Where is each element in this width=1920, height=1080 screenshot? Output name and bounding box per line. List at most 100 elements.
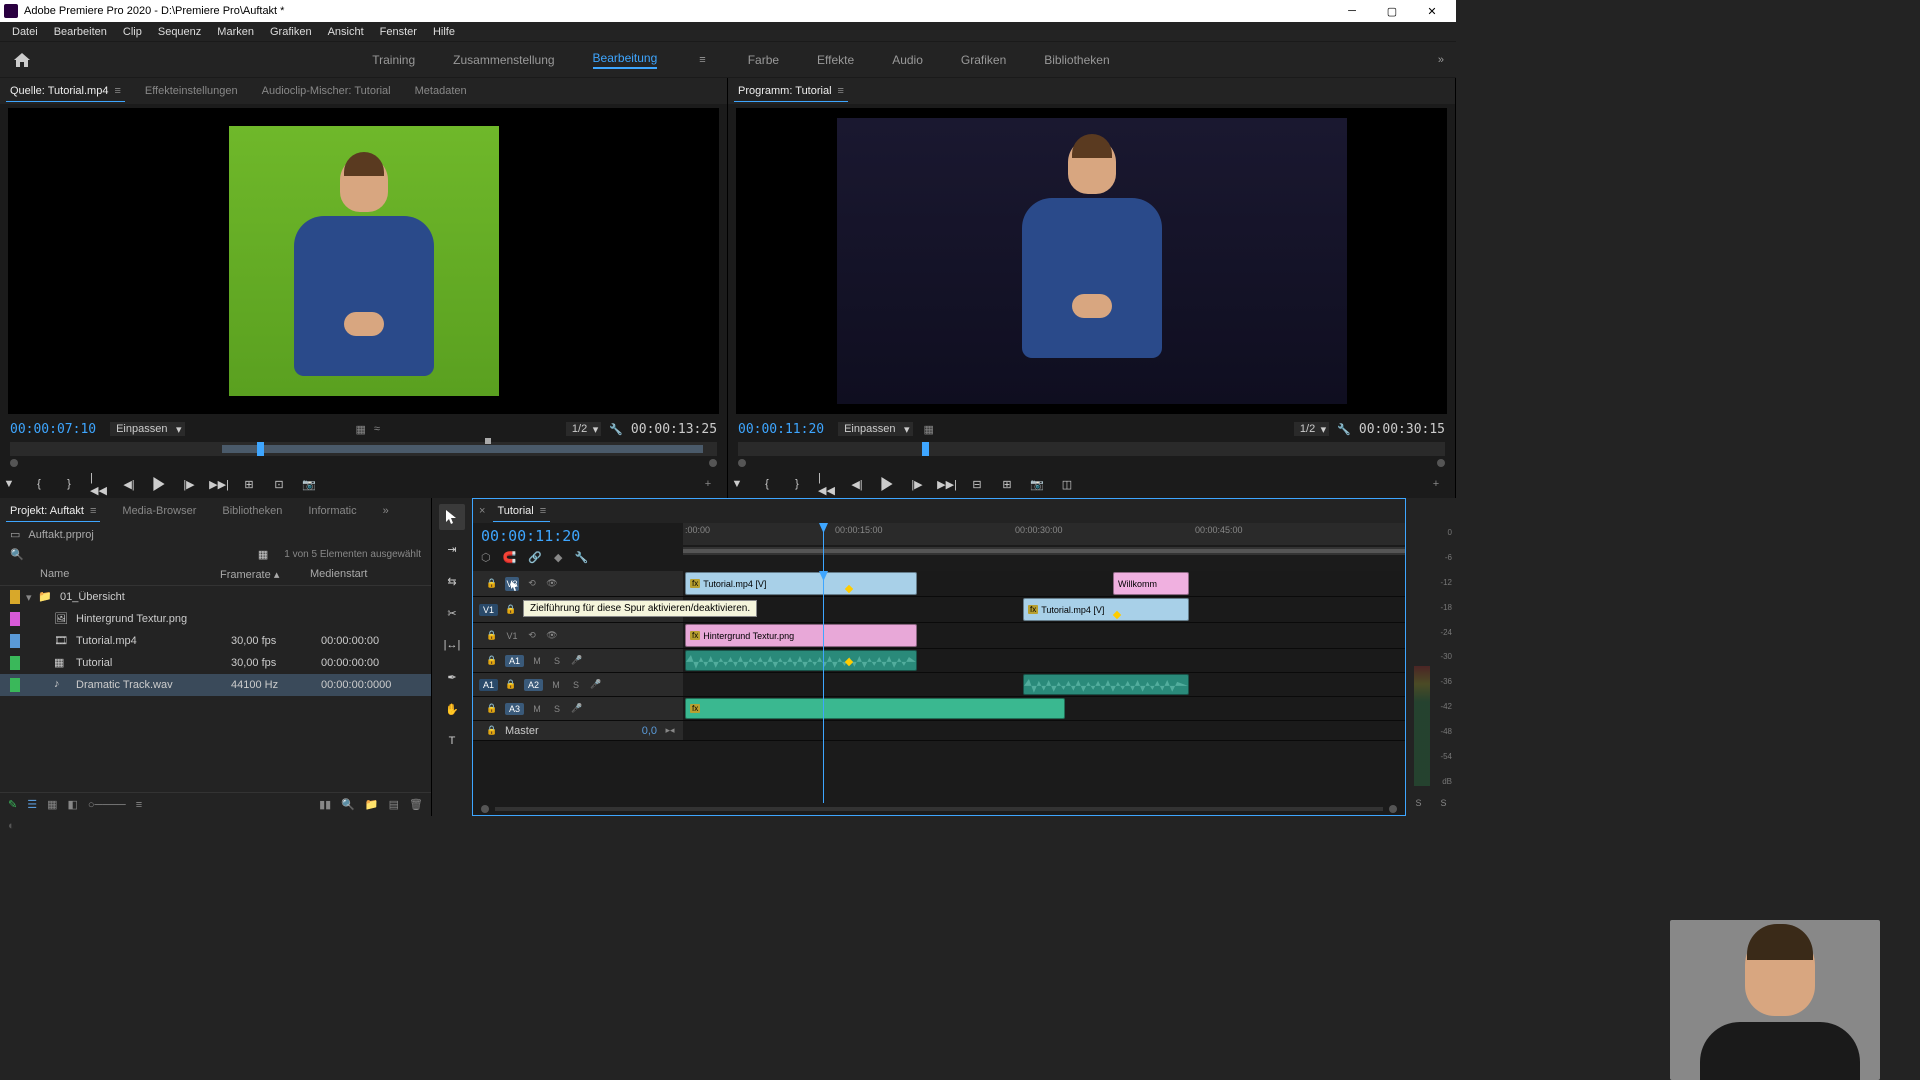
label-color-chip[interactable] [10, 634, 20, 648]
step-back-icon[interactable]: ◀| [120, 475, 138, 493]
search-icon[interactable]: 🔍 [10, 548, 24, 561]
project-item[interactable]: ▦ Tutorial 30,00 fps 00:00:00:00 [0, 652, 431, 674]
media-browser-tab[interactable]: Media-Browser [118, 501, 200, 521]
workspace-effects[interactable]: Effekte [817, 53, 854, 67]
label-color-chip[interactable] [10, 678, 20, 692]
lock-icon[interactable]: 🔒 [485, 577, 499, 591]
sort-icon[interactable]: ≡ [136, 799, 142, 811]
sync-lock-icon[interactable]: ⟲ [525, 629, 539, 643]
mute-icon[interactable]: M [530, 654, 544, 668]
program-zoom-select[interactable]: Einpassen [838, 422, 913, 436]
mark-out-icon[interactable]: { [30, 475, 48, 493]
settings-icon[interactable]: 🔧 [574, 551, 588, 564]
workspace-menu-icon[interactable]: ≡ [695, 54, 709, 66]
workspace-overflow-icon[interactable]: » [1434, 54, 1448, 66]
project-item[interactable]: ♪ Dramatic Track.wav 44100 Hz 00:00:00:0… [0, 674, 431, 696]
solo-icon[interactable]: S [569, 678, 583, 692]
workspace-audio[interactable]: Audio [892, 53, 923, 67]
new-bin-icon[interactable]: 📁 [365, 798, 379, 811]
source-timeline-ruler[interactable] [10, 442, 717, 456]
metadata-tab[interactable]: Metadaten [411, 81, 471, 101]
track-select-tool-icon[interactable]: ⇥ [439, 536, 465, 562]
label-color-chip[interactable] [10, 590, 20, 604]
clip-image[interactable]: fxHintergrund Textur.png [685, 624, 917, 647]
freeform-view-icon[interactable]: ◧ [68, 798, 78, 811]
lock-icon[interactable]: 🔒 [485, 702, 499, 716]
menu-file[interactable]: Datei [4, 26, 46, 38]
export-frame-icon[interactable]: 📷 [300, 475, 318, 493]
mute-icon[interactable]: M [549, 678, 563, 692]
icon-view-icon[interactable]: ▦ [47, 798, 57, 811]
go-to-out-icon[interactable]: ▶▶| [938, 475, 956, 493]
play-icon[interactable] [878, 475, 896, 493]
slip-tool-icon[interactable]: |↔| [439, 632, 465, 658]
source-timecode[interactable]: 00:00:07:10 [10, 422, 96, 437]
workspace-color[interactable]: Farbe [748, 53, 779, 67]
go-to-in-icon[interactable]: |◀◀ [818, 475, 836, 493]
panel-menu-icon[interactable]: ≡ [540, 505, 546, 517]
solo-right[interactable]: S [1440, 798, 1446, 808]
source-patch-v1[interactable]: V1 [479, 604, 498, 616]
track-target-a1[interactable]: A1 [505, 655, 524, 667]
close-button[interactable]: ✕ [1412, 0, 1452, 22]
label-color-chip[interactable] [10, 612, 20, 626]
selection-tool-icon[interactable] [439, 504, 465, 530]
list-view-icon[interactable]: ☰ [27, 798, 37, 811]
mark-in-icon[interactable]: ▼ [0, 475, 18, 493]
razor-tool-icon[interactable]: ✂ [439, 600, 465, 626]
clip-audio[interactable] [685, 650, 917, 671]
program-resolution-select[interactable]: 1/2 [1294, 422, 1329, 436]
home-icon[interactable] [8, 48, 36, 72]
automate-icon[interactable]: ▮▮ [319, 798, 331, 811]
solo-icon[interactable]: S [550, 702, 564, 716]
panel-menu-icon[interactable]: ≡ [90, 505, 96, 517]
program-timeline-ruler[interactable] [738, 442, 1445, 456]
workspace-graphics[interactable]: Grafiken [961, 53, 1006, 67]
menu-graphics[interactable]: Grafiken [262, 26, 320, 38]
mark-clip-icon[interactable]: } [60, 475, 78, 493]
export-frame-icon[interactable]: 📷 [1028, 475, 1046, 493]
lock-icon[interactable]: 🔒 [485, 724, 499, 738]
voiceover-icon[interactable]: 🎤 [589, 678, 603, 692]
type-tool-icon[interactable]: T [439, 728, 465, 754]
column-mediastart[interactable]: Medienstart [310, 568, 367, 581]
menu-clip[interactable]: Clip [115, 26, 150, 38]
timeline-playhead[interactable] [823, 523, 824, 571]
clip-video[interactable]: fxTutorial.mp4 [V] [1023, 598, 1189, 621]
lock-icon[interactable]: 🔒 [485, 629, 499, 643]
go-to-out-icon[interactable]: ▶▶| [210, 475, 228, 493]
timeline-ruler[interactable]: :00:0000:00:15:0000:00:30:0000:00:45:00 [683, 523, 1405, 545]
new-item-icon[interactable]: ▤ [389, 798, 399, 811]
track-target-a3[interactable]: A3 [505, 703, 524, 715]
program-timecode[interactable]: 00:00:11:20 [738, 422, 824, 437]
menu-edit[interactable]: Bearbeiten [46, 26, 115, 38]
program-monitor[interactable] [736, 108, 1447, 414]
label-color-chip[interactable] [10, 656, 20, 670]
lock-icon[interactable]: 🔒 [485, 654, 499, 668]
add-button-icon[interactable]: + [699, 475, 717, 493]
column-name[interactable]: Name [40, 568, 220, 581]
menu-view[interactable]: Ansicht [320, 26, 372, 38]
mark-clip-icon[interactable]: } [788, 475, 806, 493]
menu-window[interactable]: Fenster [372, 26, 425, 38]
mark-in-icon[interactable]: ▼ [728, 475, 746, 493]
source-zoom-scrollbar[interactable] [10, 458, 717, 468]
libraries-tab[interactable]: Bibliotheken [218, 501, 286, 521]
comparison-icon[interactable]: ◫ [1058, 475, 1076, 493]
source-tab[interactable]: Quelle: Tutorial.mp4≡ [6, 81, 125, 102]
sync-lock-icon[interactable]: ⟲ [525, 577, 539, 591]
extract-icon[interactable]: ⊞ [998, 475, 1016, 493]
program-tab[interactable]: Programm: Tutorial≡ [734, 81, 848, 102]
add-button-icon[interactable]: + [1427, 475, 1445, 493]
timeline-playhead-line[interactable] [823, 571, 824, 803]
timeline-timecode[interactable]: 00:00:11:20 [473, 523, 683, 549]
nest-icon[interactable]: ⬡ [481, 551, 491, 564]
settings-icon[interactable]: 🔧 [609, 423, 623, 436]
menu-help[interactable]: Hilfe [425, 26, 463, 38]
source-resolution-select[interactable]: 1/2 [566, 422, 601, 436]
column-framerate[interactable]: Framerate ▴ [220, 568, 310, 581]
menu-markers[interactable]: Marken [209, 26, 262, 38]
voiceover-icon[interactable]: 🎤 [570, 702, 584, 716]
trash-icon[interactable]: 🗑 [409, 798, 423, 811]
project-item[interactable]: ▾ 📁 01_Übersicht [0, 586, 431, 608]
